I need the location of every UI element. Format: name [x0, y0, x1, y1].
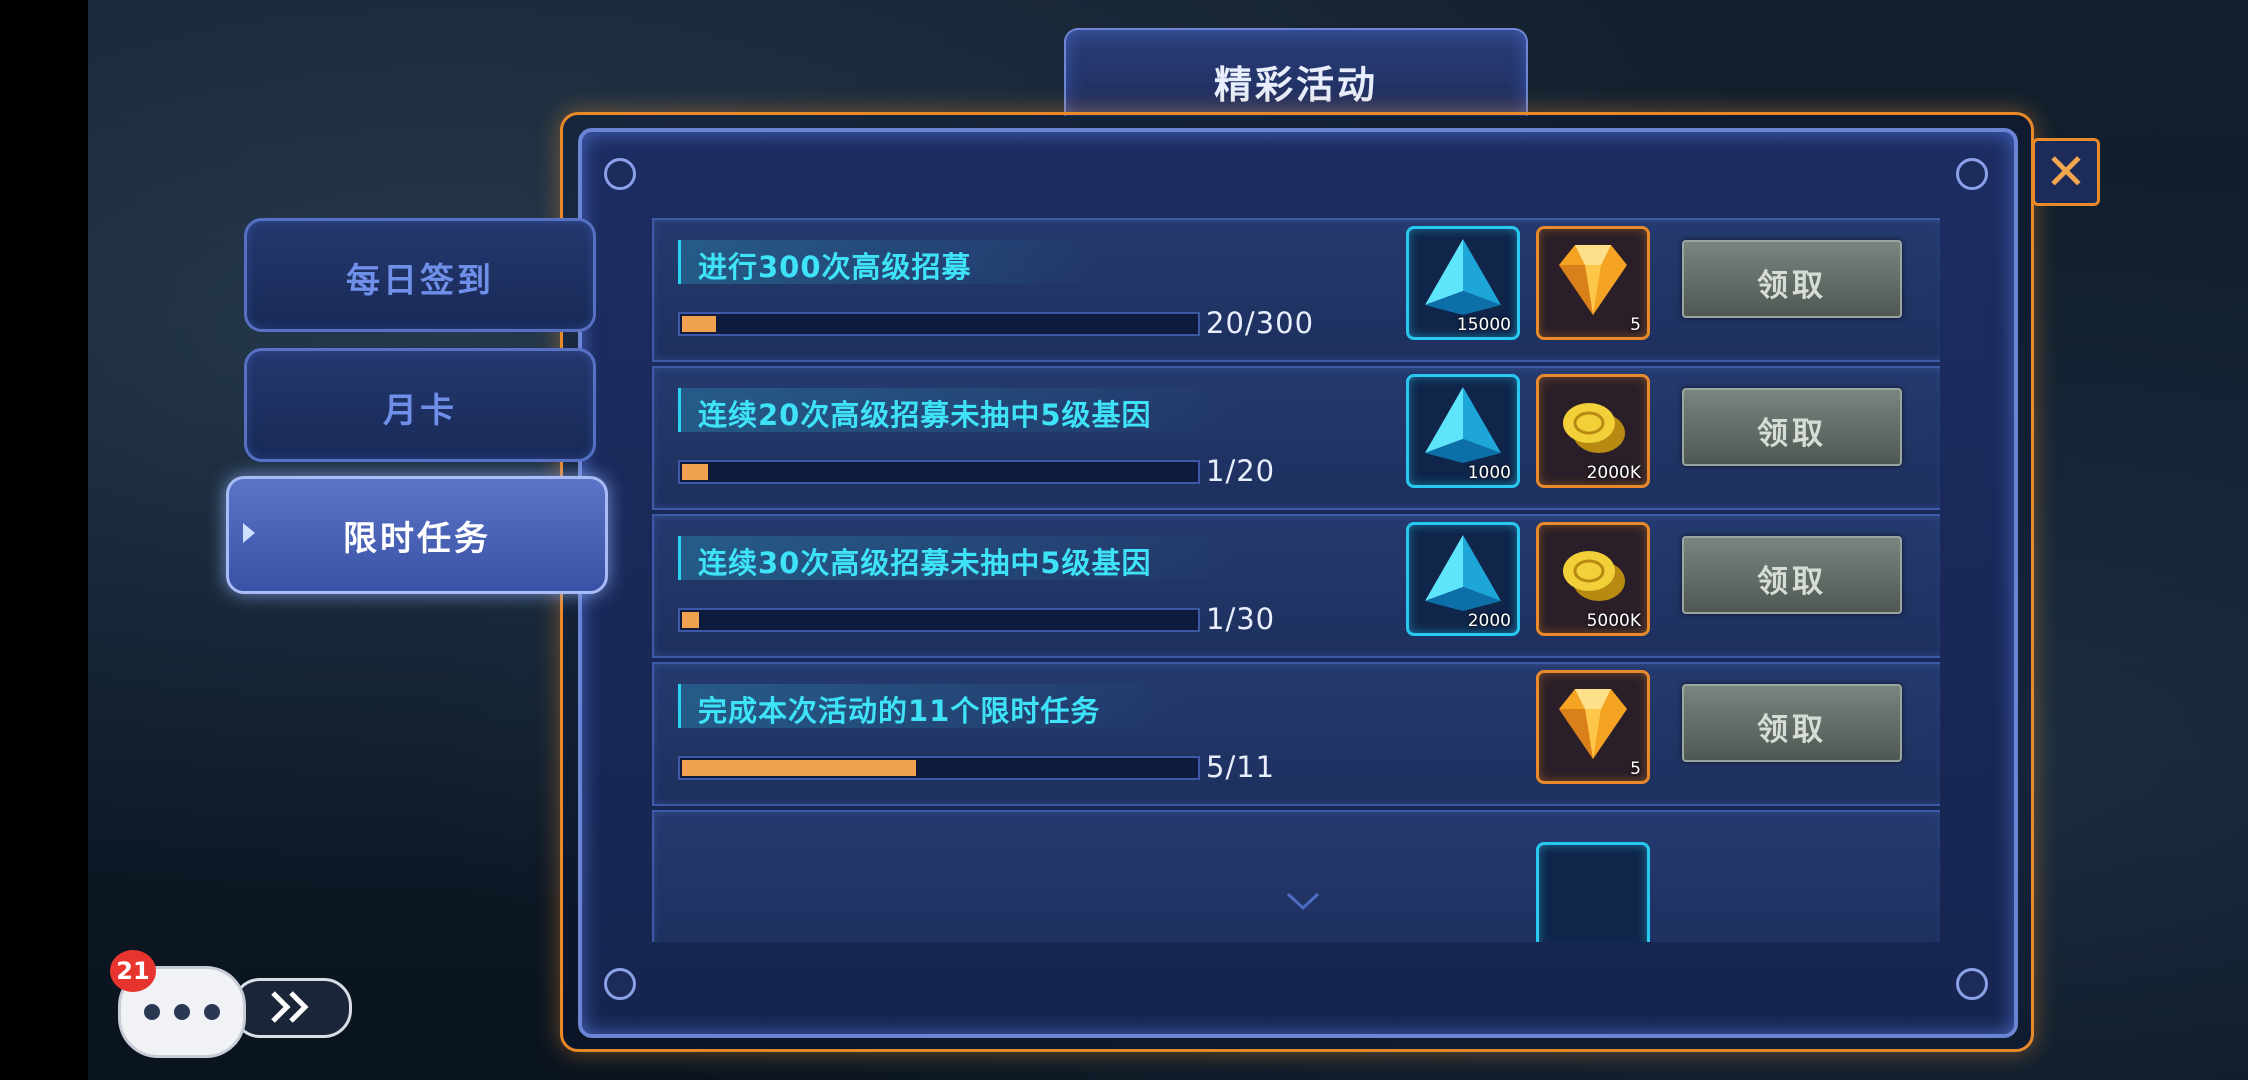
- task-title: 连续30次高级招募未抽中5级基因: [698, 546, 1152, 580]
- chat-expand-button[interactable]: [232, 978, 352, 1038]
- reward-item[interactable]: 5000K: [1536, 522, 1650, 636]
- progress-text: 5/11: [1206, 750, 1276, 784]
- reward-count: 5: [1630, 315, 1641, 335]
- tab-daily-signin[interactable]: 每日签到: [244, 218, 596, 332]
- claim-button[interactable]: 领取: [1682, 536, 1902, 614]
- claim-button[interactable]: 领取: [1682, 684, 1902, 762]
- corner-screw-icon: [604, 968, 636, 1000]
- corner-screw-icon: [1956, 968, 1988, 1000]
- gold-coin-icon: [1563, 551, 1625, 601]
- reward-item[interactable]: 5: [1536, 226, 1650, 340]
- orange-diamond-icon: [1559, 245, 1627, 315]
- orange-diamond-icon: [1559, 689, 1627, 759]
- reward-count: 5: [1630, 759, 1641, 779]
- blue-crystal-icon: [1425, 387, 1501, 463]
- progress-bar: [678, 312, 1200, 336]
- reward-count: 2000K: [1586, 463, 1641, 483]
- task-card: 进行300次高级招募 20/300 15000 5 领取: [652, 218, 1940, 362]
- gold-coin-icon: [1563, 403, 1625, 453]
- blue-crystal-icon: [1425, 535, 1501, 611]
- progress-fill: [682, 612, 699, 628]
- progress-bar: [678, 608, 1200, 632]
- tab-monthly-card[interactable]: 月卡: [244, 348, 596, 462]
- reward-count: 2000: [1467, 611, 1511, 631]
- tab-label: 限时任务: [343, 519, 491, 559]
- task-card: 连续30次高级招募未抽中5级基因 1/30 2000 5000K 领取: [652, 514, 1940, 658]
- task-card: 完成本次活动的11个限时任务 5/11 5 领取: [652, 662, 1940, 806]
- claim-button[interactable]: 领取: [1682, 388, 1902, 466]
- double-chevron-right-icon: [271, 991, 309, 1023]
- reward-item[interactable]: 2000K: [1536, 374, 1650, 488]
- reward-item[interactable]: 15000: [1406, 226, 1520, 340]
- progress-fill: [682, 316, 717, 332]
- progress-text: 1/20: [1206, 454, 1276, 488]
- page-title: 精彩活动: [1213, 63, 1378, 107]
- progress-fill: [682, 760, 916, 776]
- tab-limited-tasks[interactable]: 限时任务: [226, 476, 608, 594]
- screen-edge-bar: [0, 0, 88, 1080]
- reward-item[interactable]: [1536, 842, 1650, 942]
- task-title: 连续20次高级招募未抽中5级基因: [698, 398, 1152, 432]
- scroll-down-chevron-icon[interactable]: [1286, 892, 1320, 912]
- close-button[interactable]: ✕: [2032, 138, 2100, 206]
- progress-bar: [678, 756, 1200, 780]
- task-card: 连续20次高级招募未抽中5级基因 1/20 1000 2000K 领取: [652, 366, 1940, 510]
- tab-label: 月卡: [383, 391, 457, 431]
- header-tab: 精彩活动: [1064, 28, 1528, 116]
- tab-label: 每日签到: [346, 261, 494, 301]
- unread-badge: 21: [110, 950, 156, 992]
- progress-text: 1/30: [1206, 602, 1276, 636]
- claim-button[interactable]: 领取: [1682, 240, 1902, 318]
- reward-count: 15000: [1456, 315, 1511, 335]
- corner-screw-icon: [1956, 158, 1988, 190]
- reward-item[interactable]: 5: [1536, 670, 1650, 784]
- task-title: 进行300次高级招募: [698, 250, 972, 284]
- corner-screw-icon: [604, 158, 636, 190]
- close-icon: ✕: [2045, 143, 2087, 201]
- reward-item[interactable]: 2000: [1406, 522, 1520, 636]
- blue-crystal-icon: [1425, 239, 1501, 315]
- task-title: 完成本次活动的11个限时任务: [698, 694, 1101, 728]
- progress-text: 20/300: [1206, 306, 1315, 340]
- reward-count: 1000: [1467, 463, 1511, 483]
- task-card-partial: [652, 810, 1940, 942]
- task-list[interactable]: 进行300次高级招募 20/300 15000 5 领取 连续20次高级招募未抽…: [652, 218, 1940, 942]
- progress-bar: [678, 460, 1200, 484]
- reward-item[interactable]: 1000: [1406, 374, 1520, 488]
- chat-dots-icon: [144, 1004, 220, 1020]
- progress-fill: [682, 464, 708, 480]
- reward-count: 5000K: [1586, 611, 1641, 631]
